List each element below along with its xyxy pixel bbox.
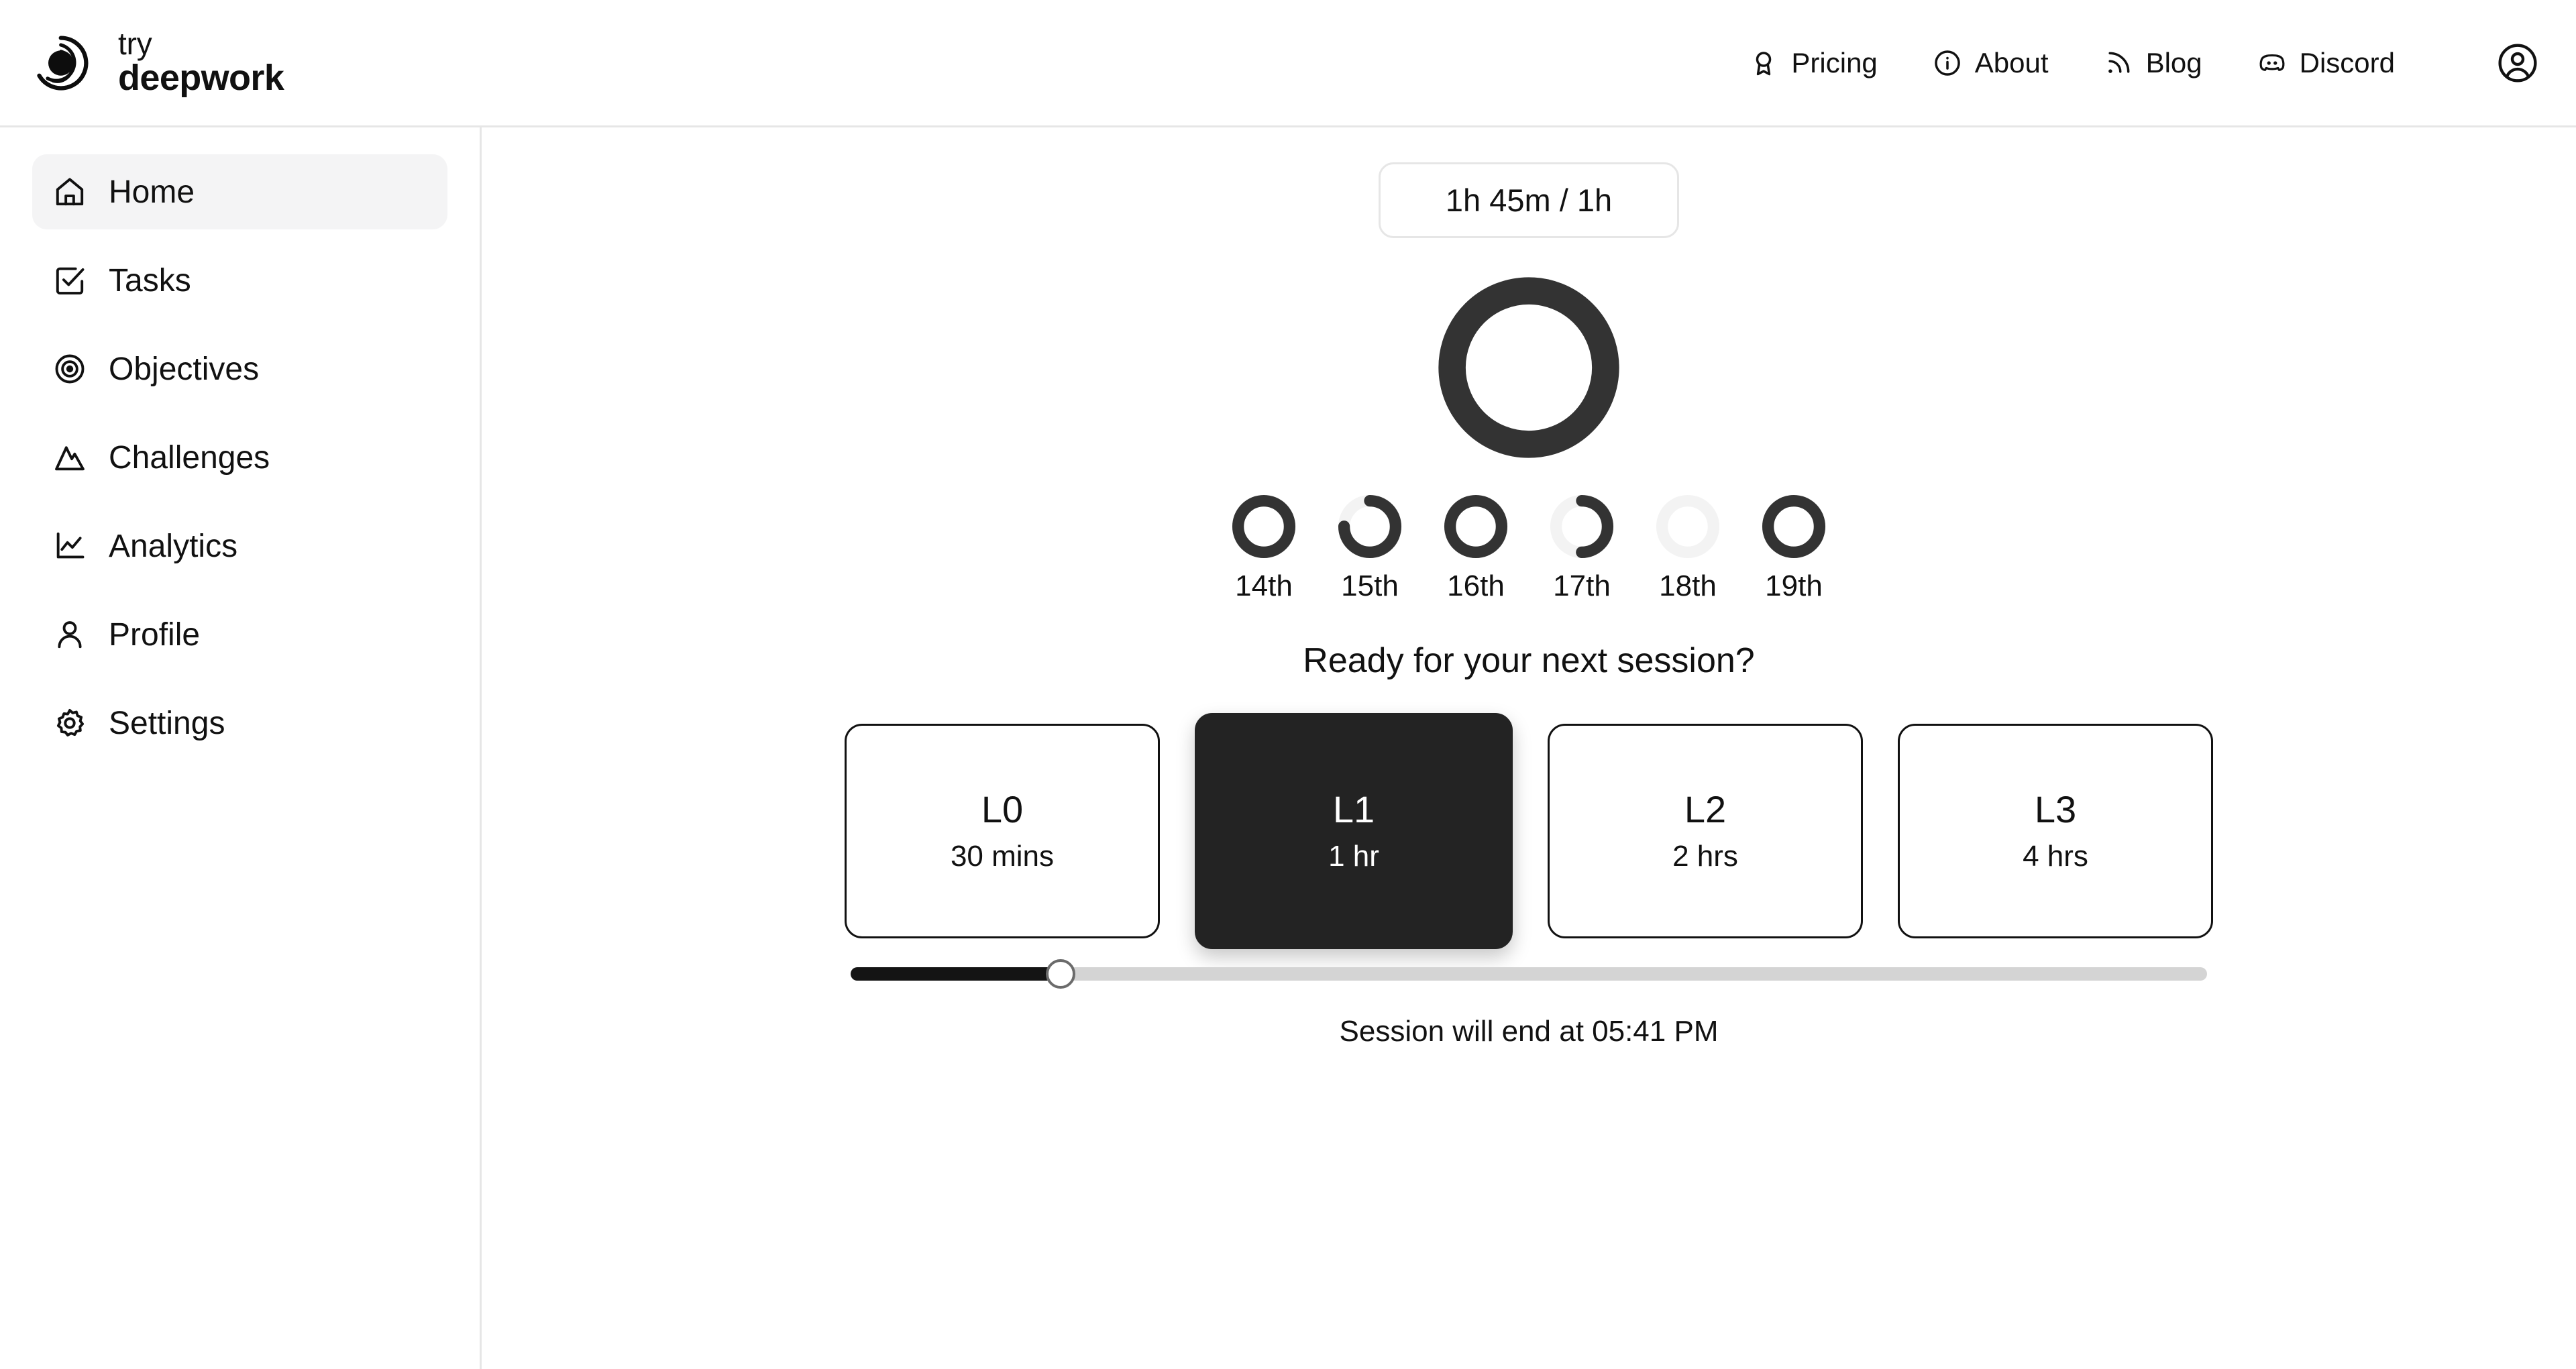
sidebar-label-analytics: Analytics — [109, 528, 238, 564]
slider-thumb[interactable] — [1046, 959, 1076, 989]
page-body: Home Tasks Objectives Challenges Analyti… — [0, 127, 2576, 1369]
brand-line-1: try — [118, 26, 152, 61]
sidebar-item-profile[interactable]: Profile — [32, 597, 447, 672]
sidebar-label-home: Home — [109, 174, 195, 210]
house-icon — [56, 178, 84, 206]
nav-label-about: About — [1974, 46, 2049, 78]
top-header: try deepwork Pricing About Blog Discord — [0, 0, 2576, 127]
level-duration: 30 mins — [950, 840, 1055, 873]
session-heading: Ready for your next session? — [1303, 641, 1755, 680]
app-root: try deepwork Pricing About Blog Discord … — [0, 0, 2576, 1369]
discord-icon — [2259, 54, 2285, 71]
sidebar-item-objectives[interactable]: Objectives — [32, 331, 447, 406]
sidebar-item-tasks[interactable]: Tasks — [32, 243, 447, 318]
line-chart-icon — [56, 532, 85, 559]
mountain-icon — [55, 446, 85, 471]
level-duration: 2 hrs — [1672, 840, 1738, 873]
day-ring-label: 19th — [1765, 569, 1823, 602]
day-ring-label: 14th — [1235, 569, 1293, 602]
day-ring-item[interactable]: 19th — [1762, 494, 1826, 603]
level-name: L0 — [981, 788, 1024, 830]
day-progress-ring — [1762, 494, 1826, 559]
sidebar-label-tasks: Tasks — [109, 262, 191, 298]
sidebar-label-objectives: Objectives — [109, 351, 260, 387]
person-icon — [58, 621, 82, 649]
sidebar-label-profile: Profile — [109, 616, 201, 653]
brand-line-2: deepwork — [118, 58, 284, 99]
sidebar-label-settings: Settings — [109, 705, 225, 741]
day-ring-label: 17th — [1553, 569, 1611, 602]
sidebar-label-challenges: Challenges — [109, 439, 270, 476]
day-progress-ring — [1444, 494, 1508, 559]
nav-label-blog: Blog — [2145, 46, 2202, 78]
weekly-ring-strip: 14th 15th 16th 17th 18th 19th — [1232, 494, 1826, 603]
level-card-l1[interactable]: L1 1 hr — [1195, 713, 1513, 949]
primary-nav: Pricing About Blog Discord — [1749, 42, 2538, 84]
nav-label-pricing: Pricing — [1791, 46, 1878, 78]
nav-item-discord[interactable]: Discord — [2257, 47, 2395, 79]
main-content: 1h 45m / 1h 14th 15th 16th 17th 18th 19th Rea… — [482, 127, 2576, 1369]
time-progress-pill[interactable]: 1h 45m / 1h — [1379, 162, 1679, 238]
award-icon — [1756, 51, 1772, 75]
check-square-icon — [56, 267, 85, 295]
level-duration: 1 hr — [1328, 840, 1379, 873]
day-progress-ring — [1232, 494, 1296, 559]
nav-item-pricing[interactable]: Pricing — [1749, 46, 1878, 79]
nav-label-discord: Discord — [2299, 46, 2395, 78]
brand-logo[interactable]: try deepwork — [31, 28, 284, 98]
duration-slider[interactable] — [851, 959, 2207, 989]
level-duration: 4 hrs — [2023, 840, 2088, 873]
today-progress-ring — [1438, 277, 1619, 458]
day-progress-ring — [1338, 494, 1402, 559]
sidebar-nav: Home Tasks Objectives Challenges Analyti… — [0, 127, 482, 1369]
nav-item-blog[interactable]: Blog — [2104, 47, 2202, 79]
sidebar-item-settings[interactable]: Settings — [32, 686, 447, 761]
day-progress-ring — [1550, 494, 1614, 559]
sidebar-item-home[interactable]: Home — [32, 154, 447, 229]
day-ring-label: 16th — [1447, 569, 1505, 602]
day-ring-label: 18th — [1659, 569, 1717, 602]
target-icon — [55, 354, 85, 384]
level-card-l0[interactable]: L0 30 mins — [845, 724, 1160, 938]
day-ring-item[interactable]: 15th — [1338, 494, 1402, 603]
rss-icon — [2108, 52, 2129, 73]
level-name: L2 — [1684, 788, 1727, 830]
level-name: L3 — [2034, 788, 2077, 830]
user-circle-icon[interactable] — [2497, 42, 2538, 84]
day-progress-ring — [1656, 494, 1720, 559]
level-card-l3[interactable]: L3 4 hrs — [1898, 724, 2213, 938]
slider-fill — [851, 967, 1061, 981]
level-card-l2[interactable]: L2 2 hrs — [1548, 724, 1863, 938]
info-circle-icon — [1935, 50, 1960, 76]
day-ring-item[interactable]: 14th — [1232, 494, 1296, 603]
gear-icon — [56, 708, 85, 736]
level-name: L1 — [1332, 788, 1375, 830]
session-end-note: Session will end at 05:41 PM — [1339, 1015, 1719, 1048]
session-stage: 1h 45m / 1h 14th 15th 16th 17th 18th 19th Rea… — [845, 162, 2213, 1048]
day-ring-item[interactable]: 18th — [1656, 494, 1720, 603]
nav-item-about[interactable]: About — [1933, 47, 2049, 79]
day-ring-item[interactable]: 17th — [1550, 494, 1614, 603]
level-selector: L0 30 mins L1 1 hr L2 2 hrs L3 4 hrs — [845, 713, 2213, 949]
brand-wordmark: try deepwork — [118, 28, 284, 97]
deepwork-spiral-logo-icon — [37, 35, 89, 91]
day-ring-item[interactable]: 16th — [1444, 494, 1508, 603]
sidebar-item-analytics[interactable]: Analytics — [32, 508, 447, 584]
day-ring-label: 15th — [1341, 569, 1399, 602]
sidebar-item-challenges[interactable]: Challenges — [32, 420, 447, 495]
